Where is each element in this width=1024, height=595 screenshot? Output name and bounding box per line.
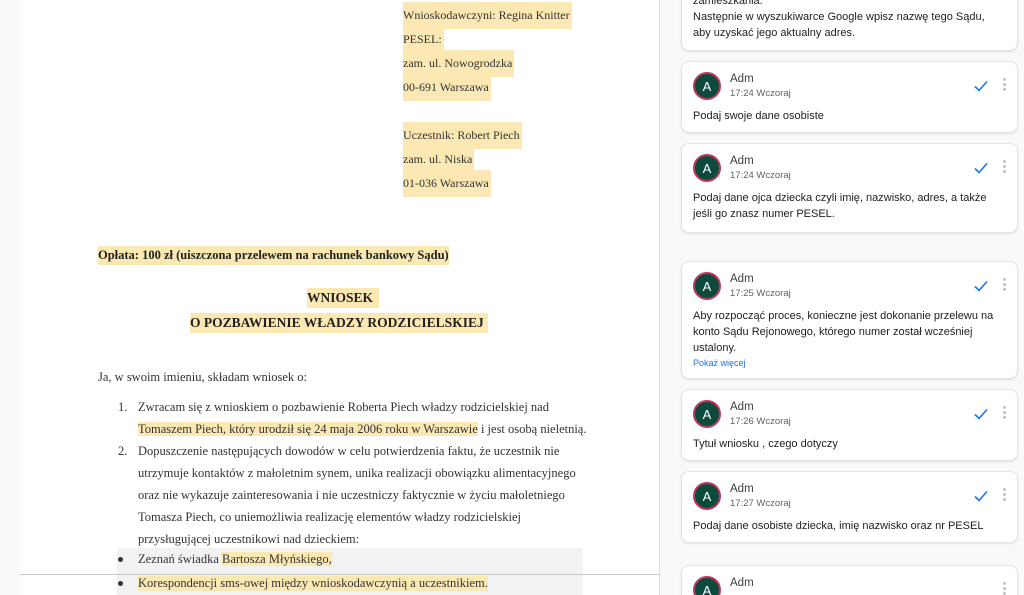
bullet1-witness: Bartosza Młyńskiego, [222,552,332,566]
item2-line1[interactable]: Dopuszczenie następujących dowodów w cel… [138,444,559,459]
comment-partial-text: zamieszkania. Następnie w wyszukiwarce G… [693,0,985,41]
comment-text: Tytuł wniosku , czego dotyczy [693,436,838,452]
fee-line[interactable]: Opłata: 100 zł (uiszczona przelewem na r… [98,246,449,265]
list-number-1: 1. [118,400,128,414]
comment-card[interactable]: A Adm 17:26 Wczoraj Tytuł wniosku , czeg… [681,389,1018,461]
comment-text: Podaj swoje dane osobiste [693,108,824,124]
more-options-icon[interactable] [1003,406,1007,420]
show-more-link[interactable]: Pokaż więcej [693,358,746,368]
more-options-icon[interactable] [1003,160,1007,174]
item2-line5[interactable]: przysługującej uczestnikowi nad dzieckie… [138,532,359,547]
applicant-street[interactable]: zam. ul. Nowogrodzka [403,50,515,77]
more-options-icon[interactable] [1003,488,1007,502]
bullet-1 [118,557,123,562]
more-options-icon[interactable] [1003,278,1007,292]
item1-line1[interactable]: Zwracam się z wnioskiem o pozbawienie Ro… [138,400,549,415]
item2-line3[interactable]: oraz nie wykazuje zainteresowania i nie … [138,488,565,503]
comment-time: 17:27 Wczoraj [730,498,791,509]
comment-text-line: Aby rozpocząć proces, konieczne jest dok… [693,310,994,322]
avatar[interactable]: A [693,154,721,182]
item2-line4[interactable]: Tomasza Piech, co uniemożliwia realizacj… [138,510,521,525]
bullet2-text[interactable]: Korespondencji sms-owej między wnioskoda… [138,576,488,591]
comment-text-line: Tytuł wniosku , czego dotyczy [693,438,838,450]
avatar[interactable]: A [693,576,721,595]
resolve-check-icon[interactable] [973,488,989,504]
bullet-2 [118,581,123,586]
comment-text-line: konto Sądu Rejonowego, którego numer zos… [693,326,973,338]
comment-author: Adm [730,73,754,85]
comment-author: Adm [730,155,754,167]
comment-text-line: jeśli go znasz numer PESEL. [693,208,835,220]
comment-partial-line3: aby uzyskać jego aktualny adres. [693,27,856,39]
comment-text: Podaj dane ojca dziecka czyli imię, nazw… [693,190,986,222]
list-number-2: 2. [118,444,128,458]
page-break [20,574,660,575]
resolve-check-icon[interactable] [973,78,989,94]
comment-text-line: Podaj dane osobiste dziecka, imię nazwis… [693,520,984,532]
item1-line2[interactable]: Tomaszem Piech, który urodził się 24 maj… [138,422,586,437]
resolve-check-icon[interactable] [973,278,989,294]
comment-author: Adm [730,483,754,495]
comment-card[interactable]: A Adm 17:27 Wczoraj Podaj dane osobiste … [681,471,1018,543]
comment-card[interactable]: A Adm 17:24 Wczoraj Podaj swoje dane oso… [681,61,1018,133]
avatar[interactable]: A [693,72,721,100]
comment-text-line: Podaj dane ojca dziecka czyli imię, nazw… [693,192,987,204]
comment-partial-line2: Następnie w wyszukiwarce Google wpisz na… [693,11,985,23]
comment-partial-line1: zamieszkania. [693,0,763,7]
applicant-name[interactable]: Wnioskodawczyni: Regina Knitter [403,2,572,29]
more-options-icon[interactable] [1003,78,1007,92]
comment-author: Adm [730,577,754,589]
more-options-icon[interactable] [1003,582,1007,595]
avatar[interactable]: A [693,482,721,510]
bullet1-text[interactable]: Zeznań świadka Bartosza Młyńskiego, [138,552,332,567]
comment-text-line: Podaj swoje dane osobiste [693,110,824,122]
comment-time: 17:24 Wczoraj [730,170,791,181]
comment-card-partial[interactable]: zamieszkania. Następnie w wyszukiwarce G… [681,0,1018,51]
participant-street[interactable]: zam. ul. Niska [403,146,475,173]
document-subtitle[interactable]: O POZBAWIENIE WŁADZY RODZICIELSKIEJ [190,313,488,333]
avatar[interactable]: A [693,272,721,300]
intro-line[interactable]: Ja, w swoim imieniu, składam wniosek o: [98,370,307,385]
participant-city[interactable]: 01-036 Warszawa [403,170,491,197]
item1-highlight: Tomaszem Piech, który urodził się 24 maj… [138,422,478,436]
item2-line2[interactable]: utrzymuje kontaktów z małoletnim synem, … [138,466,576,481]
avatar[interactable]: A [693,400,721,428]
comment-time: 17:26 Wczoraj [730,416,791,427]
comment-text-line: ustalony. [693,342,737,354]
comment-text: Podaj dane osobiste dziecka, imię nazwis… [693,518,983,534]
comment-card[interactable]: A Adm [681,565,1018,595]
comment-time: 17:25 Wczoraj [730,288,791,299]
applicant-pesel[interactable]: PESEL: [403,26,444,53]
resolve-check-icon[interactable] [973,406,989,422]
resolve-check-icon[interactable] [973,160,989,176]
bullet1-lead: Zeznań świadka [138,552,222,566]
comment-author: Adm [730,273,754,285]
comment-text: Aby rozpocząć proces, konieczne jest dok… [693,308,993,356]
document-title[interactable]: WNIOSEK [307,288,380,308]
comment-author: Adm [730,401,754,413]
applicant-city[interactable]: 00-691 Warszawa [403,74,491,101]
item1-rest: i jest osobą nieletnią. [477,422,587,436]
comment-time: 17:24 Wczoraj [730,88,791,99]
comment-card[interactable]: A Adm 17:25 Wczoraj Aby rozpocząć proces… [681,261,1018,379]
comment-card[interactable]: A Adm 17:24 Wczoraj Podaj dane ojca dzie… [681,143,1018,233]
participant-name[interactable]: Uczestnik: Robert Piech [403,122,522,149]
